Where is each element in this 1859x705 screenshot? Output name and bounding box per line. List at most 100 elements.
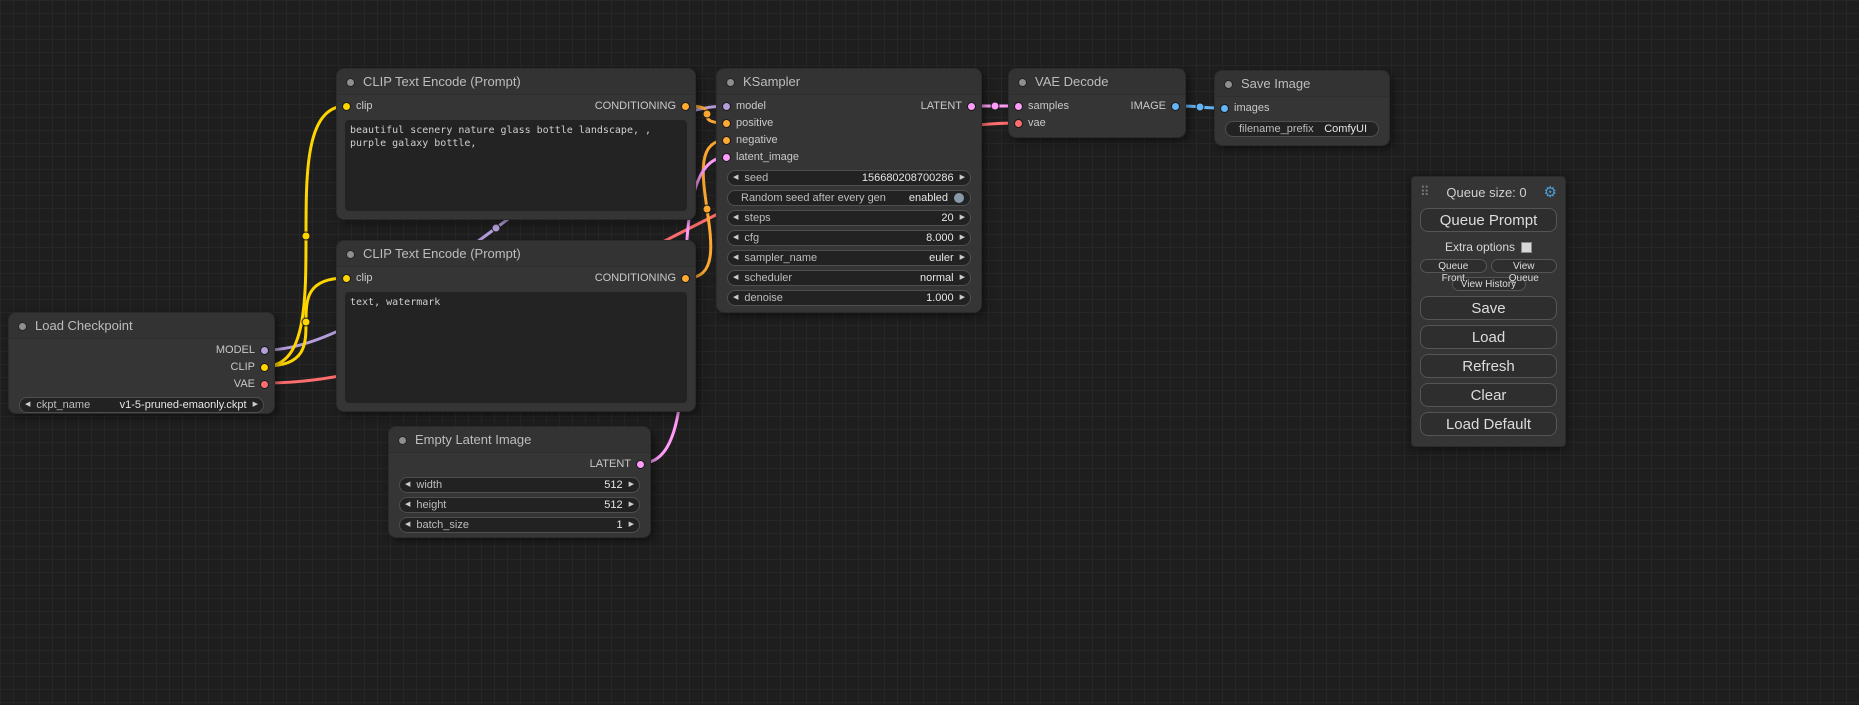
right-arrow-icon[interactable]: ▶ <box>253 398 258 412</box>
collapse-dot-icon[interactable] <box>1224 80 1233 89</box>
save-button[interactable]: Save <box>1420 296 1557 320</box>
node-ksampler[interactable]: KSampler model LATENT positive negative … <box>716 68 982 313</box>
widget-denoise[interactable]: ◀ denoise 1.000 ▶ <box>727 290 971 306</box>
node-clip-text-encode-negative[interactable]: CLIP Text Encode (Prompt) clip CONDITION… <box>336 240 696 412</box>
input-port-vae[interactable] <box>1014 119 1023 128</box>
node-title-bar[interactable]: CLIP Text Encode (Prompt) <box>337 69 695 95</box>
input-port-clip[interactable] <box>342 274 351 283</box>
left-arrow-icon[interactable]: ◀ <box>733 251 738 265</box>
widget-height[interactable]: ◀ height 512 ▶ <box>399 497 640 513</box>
node-title: CLIP Text Encode (Prompt) <box>363 246 521 261</box>
output-port-conditioning[interactable] <box>681 102 690 111</box>
port-row: model LATENT <box>717 98 981 115</box>
widget-batch-size[interactable]: ◀ batch_size 1 ▶ <box>399 517 640 533</box>
output-label-clip: CLIP <box>231 361 255 373</box>
right-arrow-icon[interactable]: ▶ <box>960 231 965 245</box>
prompt-textarea[interactable]: text, watermark <box>345 292 687 403</box>
widget-filename-prefix[interactable]: filename_prefix ComfyUI <box>1225 121 1379 137</box>
settings-gear-icon[interactable]: ⚙ <box>1544 183 1557 201</box>
input-port-samples[interactable] <box>1014 102 1023 111</box>
queue-front-button[interactable]: Queue Front <box>1420 259 1487 273</box>
widget-ckpt-name[interactable]: ◀ ckpt_name v1-5-pruned-emaonly.ckpt ▶ <box>19 397 264 413</box>
drag-handle-icon[interactable]: ⠿ <box>1420 184 1430 200</box>
node-clip-text-encode-positive[interactable]: CLIP Text Encode (Prompt) clip CONDITION… <box>336 68 696 220</box>
extra-options-checkbox[interactable] <box>1521 242 1532 253</box>
widget-steps[interactable]: ◀ steps 20 ▶ <box>727 210 971 226</box>
widget-value: 512 <box>604 479 622 491</box>
right-arrow-icon[interactable]: ▶ <box>629 498 634 512</box>
right-arrow-icon[interactable]: ▶ <box>960 211 965 225</box>
output-port-vae[interactable] <box>260 380 269 389</box>
queue-size-label: Queue size: 0 <box>1430 185 1544 200</box>
comfyui-canvas[interactable]: { "colors": { "model": "#B39DDB", "clip"… <box>0 0 1859 705</box>
node-title-bar[interactable]: Empty Latent Image <box>389 427 650 453</box>
widget-name: seed <box>744 172 768 184</box>
output-port-model[interactable] <box>260 346 269 355</box>
input-port-positive[interactable] <box>722 119 731 128</box>
view-history-button[interactable]: View History <box>1452 277 1526 291</box>
widget-width[interactable]: ◀ width 512 ▶ <box>399 477 640 493</box>
input-port-model[interactable] <box>722 102 731 111</box>
node-vae-decode[interactable]: VAE Decode samples IMAGE vae <box>1008 68 1186 138</box>
port-row: samples IMAGE <box>1009 98 1185 115</box>
output-port-latent[interactable] <box>636 460 645 469</box>
queue-prompt-button[interactable]: Queue Prompt <box>1420 208 1557 232</box>
output-port-conditioning[interactable] <box>681 274 690 283</box>
output-port-image[interactable] <box>1171 102 1180 111</box>
right-arrow-icon[interactable]: ▶ <box>960 251 965 265</box>
left-arrow-icon[interactable]: ◀ <box>733 171 738 185</box>
right-arrow-icon[interactable]: ▶ <box>629 478 634 492</box>
collapse-dot-icon[interactable] <box>346 78 355 87</box>
right-arrow-icon[interactable]: ▶ <box>960 291 965 305</box>
left-arrow-icon[interactable]: ◀ <box>733 231 738 245</box>
node-title: VAE Decode <box>1035 74 1108 89</box>
widget-value: v1-5-pruned-emaonly.ckpt <box>120 399 247 411</box>
prompt-textarea[interactable]: beautiful scenery nature glass bottle la… <box>345 120 687 211</box>
node-title-bar[interactable]: VAE Decode <box>1009 69 1185 95</box>
left-arrow-icon[interactable]: ◀ <box>733 211 738 225</box>
load-default-button[interactable]: Load Default <box>1420 412 1557 436</box>
widget-scheduler[interactable]: ◀ scheduler normal ▶ <box>727 270 971 286</box>
right-arrow-icon[interactable]: ▶ <box>960 271 965 285</box>
node-save-image[interactable]: Save Image images filename_prefix ComfyU… <box>1214 70 1390 146</box>
collapse-dot-icon[interactable] <box>726 78 735 87</box>
left-arrow-icon[interactable]: ◀ <box>733 271 738 285</box>
input-label-samples: samples <box>1028 100 1069 112</box>
widget-sampler-name[interactable]: ◀ sampler_name euler ▶ <box>727 250 971 266</box>
refresh-button[interactable]: Refresh <box>1420 354 1557 378</box>
node-empty-latent-image[interactable]: Empty Latent Image LATENT ◀ width 512 ▶ … <box>388 426 651 538</box>
output-port-clip[interactable] <box>260 363 269 372</box>
left-arrow-icon[interactable]: ◀ <box>405 478 410 492</box>
node-title-bar[interactable]: Save Image <box>1215 71 1389 97</box>
node-load-checkpoint[interactable]: Load Checkpoint MODEL CLIP VAE ◀ ckpt_na… <box>8 312 275 414</box>
load-button[interactable]: Load <box>1420 325 1557 349</box>
widget-name: batch_size <box>416 519 469 531</box>
node-title-bar[interactable]: CLIP Text Encode (Prompt) <box>337 241 695 267</box>
collapse-dot-icon[interactable] <box>398 436 407 445</box>
widget-cfg[interactable]: ◀ cfg 8.000 ▶ <box>727 230 971 246</box>
collapse-dot-icon[interactable] <box>1018 78 1027 87</box>
widget-name: width <box>416 479 442 491</box>
input-port-images[interactable] <box>1220 104 1229 113</box>
queue-menu-panel[interactable]: ⠿ Queue size: 0 ⚙ Queue Prompt Extra opt… <box>1411 176 1566 447</box>
collapse-dot-icon[interactable] <box>346 250 355 259</box>
output-port-latent[interactable] <box>967 102 976 111</box>
link-midpoint-dot <box>703 110 711 118</box>
input-port-clip[interactable] <box>342 102 351 111</box>
left-arrow-icon[interactable]: ◀ <box>405 498 410 512</box>
node-title-bar[interactable]: Load Checkpoint <box>9 313 274 339</box>
toggle-dot-icon[interactable] <box>954 193 964 203</box>
left-arrow-icon[interactable]: ◀ <box>733 291 738 305</box>
collapse-dot-icon[interactable] <box>18 322 27 331</box>
clear-button[interactable]: Clear <box>1420 383 1557 407</box>
view-queue-button[interactable]: View Queue <box>1491 259 1558 273</box>
widget-seed[interactable]: ◀ seed 156680208700286 ▶ <box>727 170 971 186</box>
right-arrow-icon[interactable]: ▶ <box>960 171 965 185</box>
node-title-bar[interactable]: KSampler <box>717 69 981 95</box>
left-arrow-icon[interactable]: ◀ <box>405 518 410 532</box>
widget-random-seed-toggle[interactable]: Random seed after every gen enabled <box>727 190 971 206</box>
left-arrow-icon[interactable]: ◀ <box>25 398 30 412</box>
right-arrow-icon[interactable]: ▶ <box>629 518 634 532</box>
input-port-latent-image[interactable] <box>722 153 731 162</box>
input-port-negative[interactable] <box>722 136 731 145</box>
